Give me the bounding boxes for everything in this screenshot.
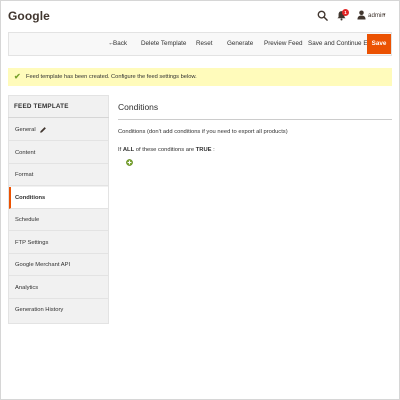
tab-conditions[interactable]: Conditions xyxy=(9,187,108,209)
condition-rule: If ALL of these conditions are TRUE : xyxy=(118,147,215,153)
generate-button[interactable]: Generate xyxy=(227,33,253,55)
section-title: Conditions xyxy=(118,102,159,112)
pencil-icon xyxy=(40,127,46,133)
tab-label: FTP Settings xyxy=(15,240,49,246)
delete-template-button[interactable]: Delete Template xyxy=(141,33,186,55)
user-icon[interactable] xyxy=(357,10,366,20)
page-actions-toolbar: ← Back Delete Template Reset Generate Pr… xyxy=(8,32,392,56)
rule-prefix: If xyxy=(118,147,122,153)
rule-value[interactable]: TRUE xyxy=(196,147,212,153)
tab-label: General xyxy=(15,127,36,133)
tab-label: Content xyxy=(15,150,36,156)
notification-badge: 1 xyxy=(342,9,349,16)
tab-general[interactable]: General xyxy=(9,119,108,141)
preview-feed-button[interactable]: Preview Feed xyxy=(264,33,303,55)
page-title: Google xyxy=(8,9,50,23)
rule-aggregator[interactable]: ALL xyxy=(123,147,134,153)
tab-label: Google Merchant API xyxy=(15,262,71,268)
search-icon[interactable] xyxy=(317,10,328,21)
rule-middle: of these conditions are xyxy=(135,147,195,153)
success-message-text: Feed template has been created. Configur… xyxy=(26,74,197,80)
tab-label: Format xyxy=(15,172,34,178)
chevron-down-icon[interactable]: ▾ xyxy=(383,12,386,18)
tab-content[interactable]: Content xyxy=(9,142,108,164)
tab-generation-history[interactable]: Generation History xyxy=(9,299,108,321)
tab-label: Analytics xyxy=(15,285,39,291)
section-divider xyxy=(118,119,392,120)
tab-ftp-settings[interactable]: FTP Settings xyxy=(9,232,108,254)
check-icon: ✔ xyxy=(14,72,21,81)
tab-analytics[interactable]: Analytics xyxy=(9,277,108,299)
reset-button[interactable]: Reset xyxy=(196,33,212,55)
tab-format[interactable]: Format xyxy=(9,164,108,186)
save-button[interactable]: Save xyxy=(367,34,391,54)
rule-suffix: : xyxy=(213,147,215,153)
back-button[interactable]: Back xyxy=(113,33,127,55)
save-and-continue-button[interactable]: Save and Continue Edit xyxy=(308,33,374,55)
conditions-note: Conditions (don't add conditions if you … xyxy=(118,129,288,135)
tab-label: Conditions xyxy=(15,195,46,201)
tab-label: Schedule xyxy=(15,217,40,223)
add-condition-icon[interactable] xyxy=(126,159,133,166)
tab-google-merchant-api[interactable]: Google Merchant API xyxy=(9,254,108,276)
tabs-title: FEED TEMPLATE xyxy=(14,103,69,110)
tab-label: Generation History xyxy=(15,307,64,313)
tab-schedule[interactable]: Schedule xyxy=(9,209,108,231)
